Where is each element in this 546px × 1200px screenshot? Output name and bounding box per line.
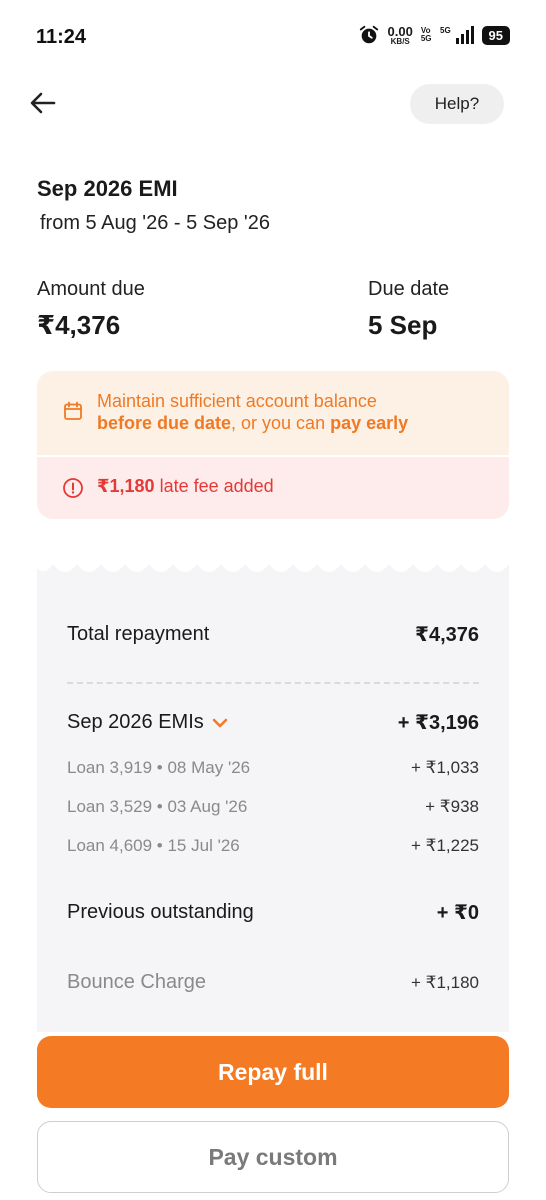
chevron-down-icon: [212, 718, 228, 728]
loan-row: Loan 3,529 • 03 Aug '26 + ₹938: [67, 797, 479, 817]
volte-indicator: Vo 5G: [420, 26, 432, 44]
net-speed-unit: KB/S: [390, 36, 410, 46]
pay-early-link[interactable]: pay early: [330, 413, 408, 433]
svg-text:5G: 5G: [440, 26, 451, 35]
total-repayment-row: Total repayment ₹4,376: [67, 622, 479, 647]
late-fee-text: ₹1,180 late fee added: [97, 476, 274, 497]
loan-label: Loan 3,919 • 08 May '26: [67, 758, 251, 777]
page-title: Sep 2026 EMI: [37, 176, 178, 201]
due-date-label: Due date: [368, 278, 450, 300]
previous-outstanding-value: + ₹0: [436, 902, 479, 924]
total-repayment-value: ₹4,376: [415, 624, 479, 646]
status-time: 11:24: [36, 26, 87, 48]
volte-bottom: 5G: [420, 34, 432, 43]
alarm-icon: [359, 25, 378, 44]
loan-label: Loan 4,609 • 15 Jul '26: [67, 836, 240, 855]
loan-row: Loan 3,919 • 08 May '26 + ₹1,033: [67, 758, 479, 778]
balance-reminder: Maintain sufficient account balance befo…: [37, 371, 509, 455]
calendar-icon: [64, 401, 82, 420]
repay-full-button[interactable]: Repay full: [37, 1036, 509, 1108]
bounce-charge-label: Bounce Charge: [67, 971, 206, 993]
amount-due-label: Amount due: [37, 278, 145, 300]
amount-due-value: ₹4,376: [37, 310, 121, 340]
network-speed: 0.00 KB/S: [388, 25, 413, 46]
loan-value: + ₹1,225: [410, 836, 479, 855]
previous-outstanding-row: Previous outstanding + ₹0: [67, 900, 479, 925]
info-icon: [63, 478, 83, 498]
reminder-before-due: before due date: [97, 413, 232, 433]
late-fee-notice: ₹1,180 late fee added: [37, 457, 509, 519]
alert-card: Maintain sufficient account balance befo…: [37, 371, 509, 519]
pay-custom-button[interactable]: Pay custom: [37, 1121, 509, 1193]
loan-value: + ₹938: [425, 797, 479, 816]
emis-label: Sep 2026 EMIs: [67, 711, 204, 733]
emis-value: + ₹3,196: [397, 712, 479, 734]
total-repayment-label: Total repayment: [67, 623, 210, 645]
help-button[interactable]: Help?: [410, 84, 504, 124]
reminder-mid: , or you can: [231, 413, 331, 433]
wavy-edge: [37, 562, 509, 572]
dashed-divider: [67, 682, 479, 684]
late-fee-label: late fee added: [154, 476, 274, 496]
signal-icon: 5G: [440, 26, 474, 44]
previous-outstanding-label: Previous outstanding: [67, 901, 254, 923]
reminder-line-1: Maintain sufficient account balance: [97, 391, 377, 411]
net-speed-value: 0.00: [387, 23, 413, 39]
bounce-charge-row: Bounce Charge + ₹1,180: [67, 971, 479, 994]
status-bar: 11:24 0.00 KB/S Vo 5G 5G 95: [0, 0, 546, 72]
balance-reminder-text: Maintain sufficient account balance befo…: [97, 390, 497, 434]
status-icons: 0.00 KB/S Vo 5G 5G 95: [358, 24, 510, 46]
emi-date-range: from 5 Aug '26 - 5 Sep '26: [40, 212, 270, 234]
battery-indicator: 95: [481, 25, 510, 45]
late-fee-amount: ₹1,180: [97, 476, 155, 496]
loan-row: Loan 4,609 • 15 Jul '26 + ₹1,225: [67, 836, 479, 856]
loan-label: Loan 3,529 • 03 Aug '26: [67, 797, 248, 816]
bounce-charge-value: + ₹1,180: [410, 972, 479, 992]
emis-row[interactable]: Sep 2026 EMIs + ₹3,196: [67, 710, 479, 735]
loan-value: + ₹1,033: [410, 758, 479, 777]
back-button[interactable]: [26, 86, 60, 120]
due-date-value: 5 Sep: [368, 310, 438, 340]
arrow-left-icon: [30, 92, 56, 114]
emis-toggle[interactable]: Sep 2026 EMIs: [67, 711, 228, 734]
repayment-breakdown: Total repayment ₹4,376 Sep 2026 EMIs + ₹…: [37, 562, 509, 1032]
